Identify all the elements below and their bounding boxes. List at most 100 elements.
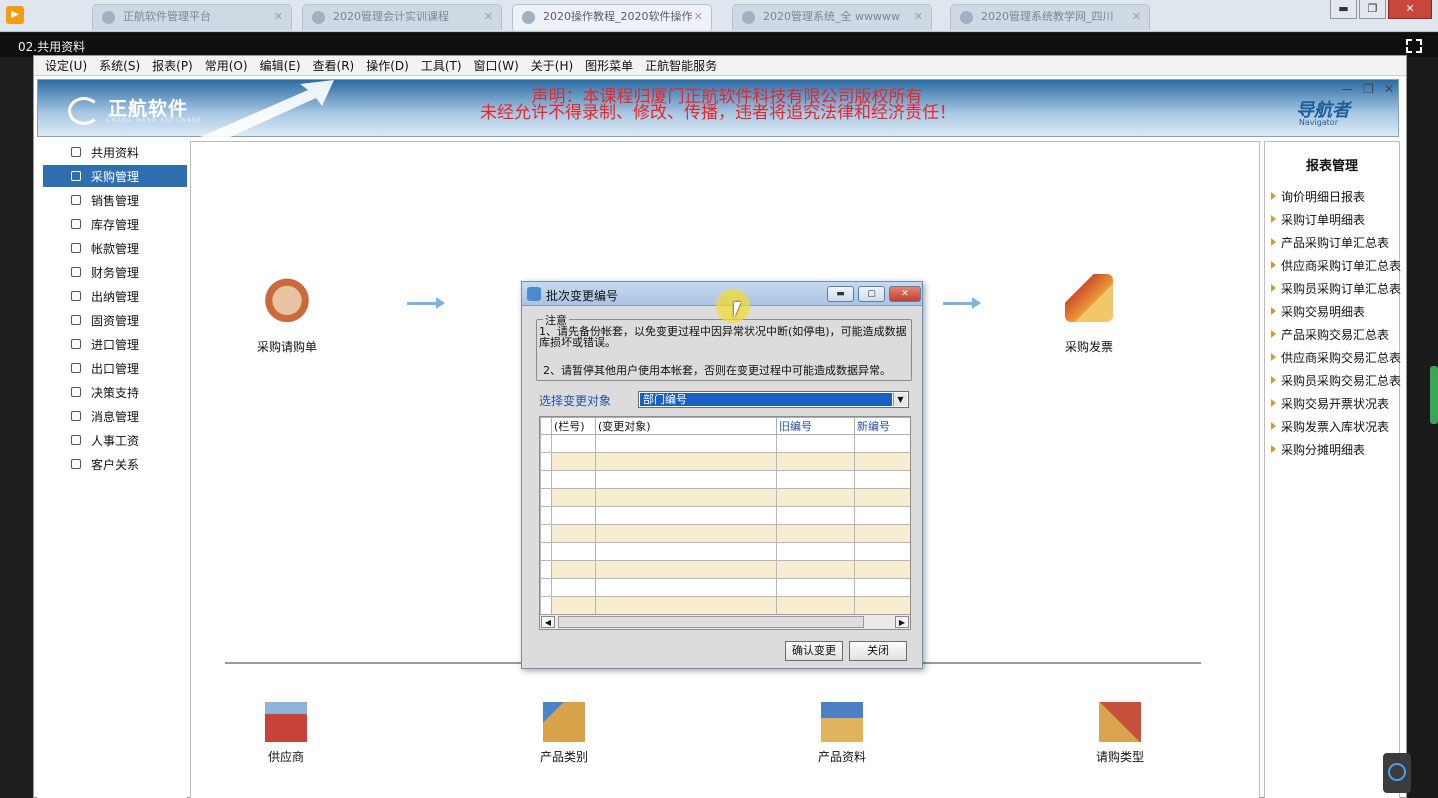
sidebar-item-finance[interactable]: 财务管理: [43, 261, 187, 283]
grid-cell[interactable]: [854, 488, 910, 507]
grid-cell[interactable]: [595, 434, 777, 453]
grid-cell[interactable]: [854, 434, 910, 453]
grid-cell[interactable]: [551, 470, 596, 489]
sidebar-item-accounts[interactable]: 帐款管理: [43, 237, 187, 259]
table-row[interactable]: [540, 596, 910, 615]
player-control-button[interactable]: [1383, 753, 1411, 793]
grid-cell[interactable]: [776, 470, 855, 489]
report-link[interactable]: 采购交易明细表: [1271, 303, 1365, 320]
tab-close-icon[interactable]: ✕: [484, 5, 493, 29]
menu-edit[interactable]: 编辑(E): [254, 57, 307, 74]
report-link[interactable]: 采购员采购订单汇总表: [1271, 280, 1401, 297]
menu-about[interactable]: 关于(H): [525, 57, 579, 74]
sidebar-item-import[interactable]: 进口管理: [43, 333, 187, 355]
menu-tools[interactable]: 工具(T): [415, 57, 468, 74]
sidebar-item-hr[interactable]: 人事工资: [43, 429, 187, 451]
report-link[interactable]: 采购交易开票状况表: [1271, 395, 1389, 412]
table-row[interactable]: [540, 506, 910, 525]
inner-minimize-icon[interactable]: —: [1341, 82, 1353, 96]
browser-tab[interactable]: 2020管理系统教学网_四川 ✕: [950, 4, 1150, 30]
browser-tab[interactable]: 2020管理系统_全 wwwww ✕: [732, 4, 932, 30]
sidebar-item-inventory[interactable]: 库存管理: [43, 213, 187, 235]
base-node-supplier[interactable]: 供应商: [231, 702, 341, 765]
horizontal-scrollbar[interactable]: ◀ ▶: [540, 614, 910, 629]
grid-cell[interactable]: [551, 542, 596, 561]
grid-cell[interactable]: [854, 596, 910, 615]
sidebar-item-fixed-assets[interactable]: 固资管理: [43, 309, 187, 331]
grid-cell[interactable]: [595, 488, 777, 507]
grid-cell[interactable]: [776, 560, 855, 579]
grid-cell[interactable]: [776, 434, 855, 453]
confirm-change-button[interactable]: 确认变更: [785, 641, 843, 661]
maximize-button[interactable]: ❐: [1359, 0, 1386, 19]
table-row[interactable]: [540, 488, 910, 507]
table-row[interactable]: [540, 470, 910, 489]
change-object-select[interactable]: 部门编号 ▼: [638, 391, 909, 408]
grid-cell[interactable]: [854, 470, 910, 489]
report-link[interactable]: 询价明细日报表: [1271, 188, 1365, 205]
menu-smart-service[interactable]: 正航智能服务: [639, 57, 723, 74]
grid-cell[interactable]: [551, 560, 596, 579]
report-link[interactable]: 产品采购交易汇总表: [1271, 326, 1389, 343]
tab-close-icon[interactable]: ✕: [1132, 5, 1141, 29]
report-link[interactable]: 采购分摊明细表: [1271, 441, 1365, 458]
grid-cell[interactable]: [595, 506, 777, 525]
grid-cell[interactable]: [595, 542, 777, 561]
tab-close-icon[interactable]: ✕: [914, 5, 923, 29]
grid-cell[interactable]: [551, 524, 596, 543]
scroll-right-icon[interactable]: ▶: [895, 616, 909, 628]
table-row[interactable]: [540, 542, 910, 561]
browser-tab[interactable]: 正航软件管理平台 ✕: [92, 4, 292, 30]
tab-close-icon[interactable]: ✕: [274, 5, 283, 29]
sidebar-item-decision[interactable]: 决策支持: [43, 381, 187, 403]
close-button[interactable]: ✕: [1388, 0, 1432, 19]
grid-cell[interactable]: [854, 542, 910, 561]
sidebar-item-crm[interactable]: 客户关系: [43, 453, 187, 475]
grid-cell[interactable]: [595, 596, 777, 615]
scroll-thumb[interactable]: [558, 616, 864, 628]
sidebar-item-cashier[interactable]: 出纳管理: [43, 285, 187, 307]
browser-tab-active[interactable]: 2020操作教程_2020软件操作 ✕: [512, 4, 712, 30]
minimize-button[interactable]: ▬: [1330, 0, 1357, 19]
grid-cell[interactable]: [776, 488, 855, 507]
grid-cell[interactable]: [776, 524, 855, 543]
grid-cell[interactable]: [551, 578, 596, 597]
sidebar-item-common-data[interactable]: 共用资料: [43, 141, 187, 163]
report-link[interactable]: 产品采购订单汇总表: [1271, 234, 1389, 251]
column-header[interactable]: (栏号): [551, 417, 596, 435]
menu-window[interactable]: 窗口(W): [468, 57, 525, 74]
flow-node-requisition[interactable]: 采购请购单: [227, 274, 347, 355]
grid-cell[interactable]: [854, 506, 910, 525]
column-header[interactable]: 新编号: [854, 417, 910, 435]
report-link[interactable]: 供应商采购交易汇总表: [1271, 349, 1401, 366]
grid-cell[interactable]: [551, 596, 596, 615]
grid-cell[interactable]: [854, 524, 910, 543]
menu-view[interactable]: 查看(R): [307, 57, 361, 74]
grid-cell[interactable]: [595, 560, 777, 579]
grid-cell[interactable]: [776, 506, 855, 525]
sidebar-item-export[interactable]: 出口管理: [43, 357, 187, 379]
grid-cell[interactable]: [551, 506, 596, 525]
inner-restore-icon[interactable]: ❐: [1363, 82, 1374, 96]
column-header[interactable]: 旧编号: [776, 417, 855, 435]
grid-cell[interactable]: [854, 560, 910, 579]
grid-cell[interactable]: [776, 542, 855, 561]
menu-operate[interactable]: 操作(D): [360, 57, 415, 74]
sidebar-item-purchasing[interactable]: 采购管理: [43, 165, 187, 187]
menu-system[interactable]: 系统(S): [93, 57, 146, 74]
sidebar-item-messages[interactable]: 消息管理: [43, 405, 187, 427]
grid-cell[interactable]: [776, 578, 855, 597]
grid-cell[interactable]: [776, 596, 855, 615]
grid-cell[interactable]: [551, 434, 596, 453]
base-node-product-category[interactable]: 产品类别: [509, 702, 619, 765]
grid-cell[interactable]: [595, 452, 777, 471]
report-link[interactable]: 采购订单明细表: [1271, 211, 1365, 228]
close-dialog-button[interactable]: 关闭: [849, 641, 907, 661]
base-node-product-data[interactable]: 产品资料: [787, 702, 897, 765]
grid-cell[interactable]: [595, 470, 777, 489]
dialog-minimize-button[interactable]: ▬: [827, 286, 854, 302]
menu-settings[interactable]: 设定(U): [39, 57, 93, 74]
table-row[interactable]: [540, 578, 910, 597]
scroll-indicator[interactable]: [1430, 366, 1438, 424]
base-node-requisition-type[interactable]: 请购类型: [1065, 702, 1175, 765]
